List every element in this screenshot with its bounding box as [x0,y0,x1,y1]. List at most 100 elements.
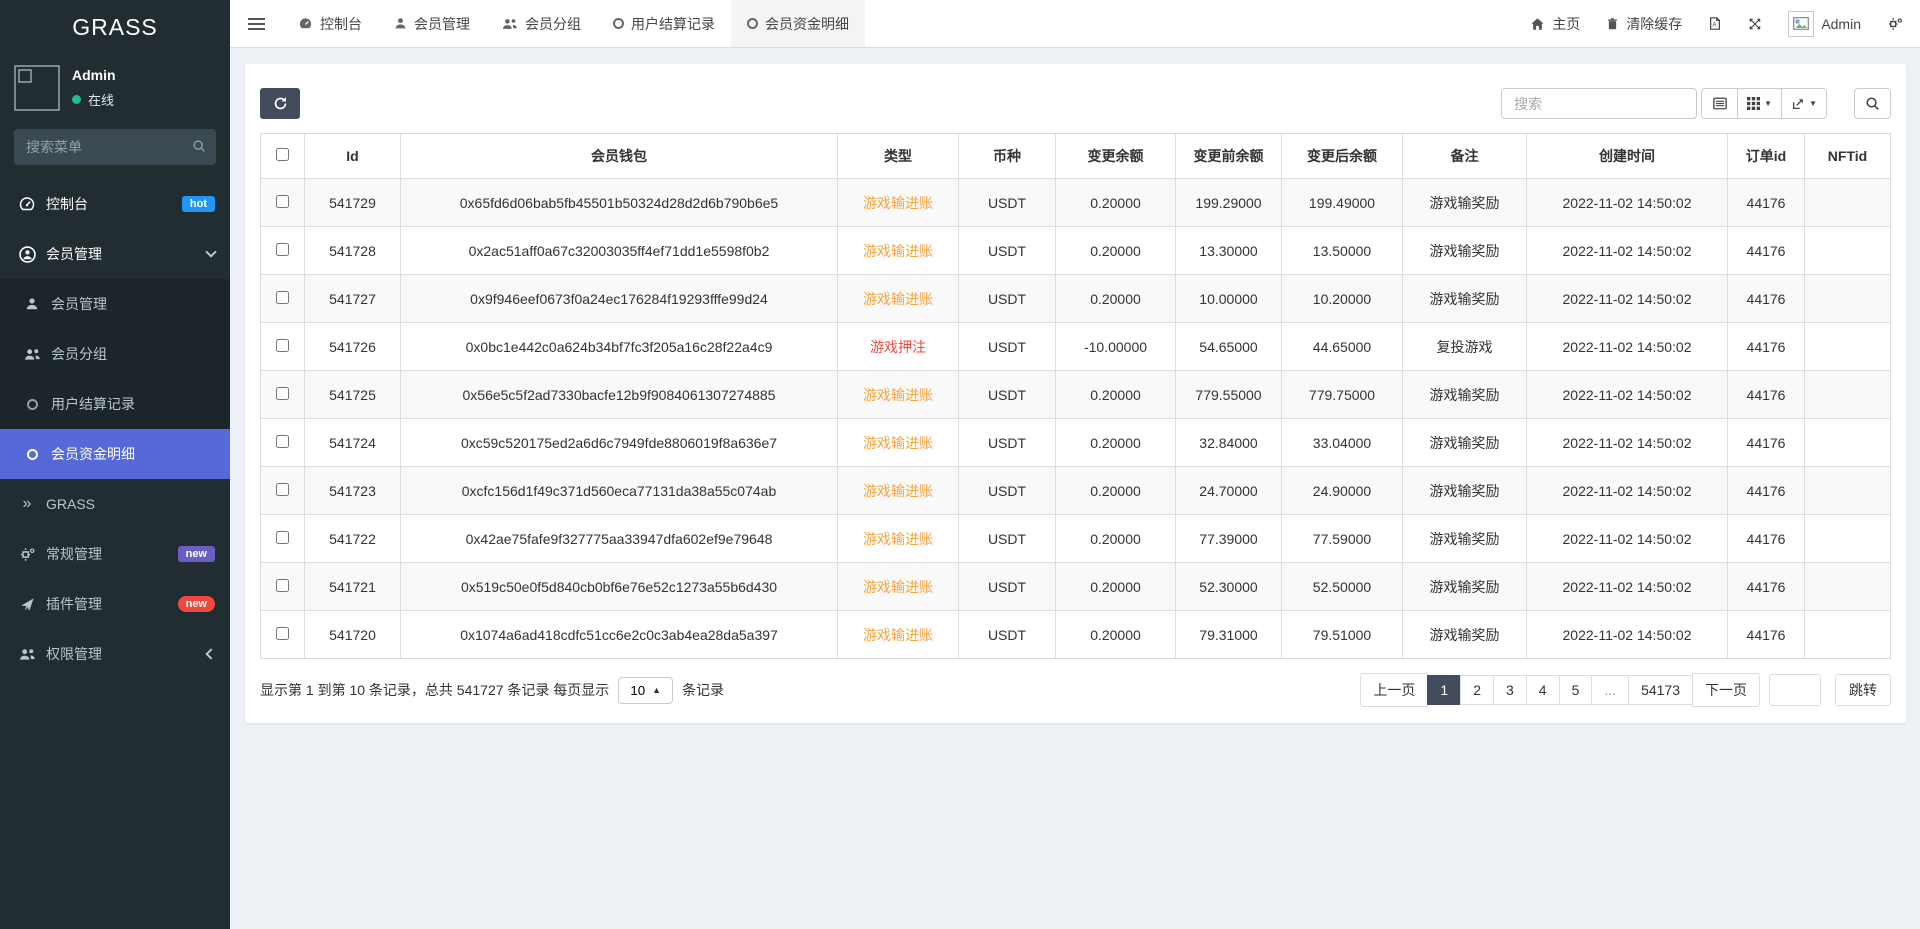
cell-after: 10.20000 [1282,275,1403,323]
cell-nft-id [1805,611,1891,659]
prev-page-button[interactable]: 上一页 [1360,673,1428,707]
tab-member-management[interactable]: 会员管理 [378,0,486,47]
sidebar-item-member-mgmt[interactable]: 会员管理 [0,279,230,329]
advanced-search-button[interactable] [1854,88,1891,119]
search-icon [1865,96,1880,111]
page-jump-input[interactable] [1769,674,1821,706]
sidebar-item-settlement-record[interactable]: 用户结算记录 [0,379,230,429]
tab-console[interactable]: 控制台 [282,0,378,47]
clear-cache-button[interactable]: 清除缓存 [1606,14,1682,34]
table-row: 541729 0x65fd6d06bab5fb45501b50324d28d2d… [261,179,1891,227]
cell-nft-id [1805,467,1891,515]
page-jump-button[interactable]: 跳转 [1835,674,1891,706]
page-button[interactable]: 5 [1559,675,1593,705]
cell-wallet: 0x42ae75fafe9f327775aa33947dfa602ef9e796… [401,515,838,563]
brand-logo: GRASS [0,0,230,55]
sidebar-item-grass[interactable]: » GRASS [0,479,230,529]
row-checkbox[interactable] [276,195,289,208]
cogs-icon [15,547,39,562]
cell-created: 2022-11-02 14:50:02 [1527,515,1728,563]
cell-order-id: 44176 [1728,611,1805,659]
page-size-dropdown[interactable]: 10 ▲ [618,677,673,704]
sidebar-item-fund-detail[interactable]: 会员资金明细 [0,429,230,479]
sidebar-item-auth-management[interactable]: 权限管理 [0,629,230,679]
cell-currency: USDT [959,227,1056,275]
sidebar-item-label: 权限管理 [46,644,102,664]
topbar-username: Admin [1821,16,1861,32]
cell-currency: USDT [959,563,1056,611]
settings-gears-icon[interactable] [1887,17,1903,31]
cell-remark: 游戏输奖励 [1403,611,1527,659]
cell-created: 2022-11-02 14:50:02 [1527,179,1728,227]
cell-before: 54.65000 [1176,323,1282,371]
user-menu[interactable]: Admin [1788,11,1861,37]
table-row: 541723 0xcfc156d1f49c371d560eca77131da38… [261,467,1891,515]
page-button[interactable]: 54173 [1628,675,1693,705]
row-checkbox[interactable] [276,435,289,448]
sidebar-item-member-group[interactable]: 会员分组 [0,329,230,379]
refresh-button[interactable] [260,88,300,119]
sidebar-item-plugin-management[interactable]: 插件管理 new [0,579,230,629]
row-checkbox[interactable] [276,483,289,496]
sidebar-item-console[interactable]: 控制台 hot [0,179,230,229]
row-checkbox[interactable] [276,243,289,256]
row-checkbox[interactable] [276,579,289,592]
page-button[interactable]: ... [1591,675,1629,705]
cell-type: 游戏输进账 [838,179,959,227]
fullscreen-icon[interactable] [1748,17,1762,31]
row-checkbox[interactable] [276,531,289,544]
tab-settlement-record[interactable]: 用户结算记录 [597,0,731,47]
cell-type: 游戏输进账 [838,611,959,659]
cell-before: 199.29000 [1176,179,1282,227]
page-button[interactable]: 2 [1460,675,1494,705]
sidebar-item-member-management[interactable]: 会员管理 [0,229,230,279]
next-page-button[interactable]: 下一页 [1692,673,1760,707]
hamburger-menu-icon[interactable] [230,0,282,47]
tab-fund-detail[interactable]: 会员资金明细 [731,0,865,47]
table-toolbar: ▼ ▼ [260,88,1891,119]
cell-after: 199.49000 [1282,179,1403,227]
user-avatar [14,65,60,111]
cell-nft-id [1805,275,1891,323]
columns-button[interactable]: ▼ [1737,88,1782,119]
docs-icon[interactable]: A [1708,16,1722,31]
row-checkbox[interactable] [276,627,289,640]
cell-type: 游戏输进账 [838,371,959,419]
cell-id: 541729 [305,179,401,227]
grid-icon [1747,97,1760,110]
page-button[interactable]: 1 [1427,675,1461,705]
sidebar-item-general-management[interactable]: 常规管理 new [0,529,230,579]
cell-after: 77.59000 [1282,515,1403,563]
page-button[interactable]: 3 [1493,675,1527,705]
row-select-cell [261,515,305,563]
table-search-input[interactable] [1501,88,1697,119]
cell-id: 541723 [305,467,401,515]
cell-currency: USDT [959,611,1056,659]
user-name: Admin [72,67,116,83]
row-checkbox[interactable] [276,387,289,400]
select-all-checkbox[interactable] [276,148,289,161]
row-checkbox[interactable] [276,291,289,304]
circle-o-icon [20,449,44,460]
toggle-view-button[interactable] [1701,88,1738,119]
data-table: Id 会员钱包 类型 币种 变更余额 变更前余额 变更后余额 备注 创建时间 订… [260,133,1891,659]
export-button[interactable]: ▼ [1781,88,1827,119]
home-button[interactable]: 主页 [1530,14,1580,34]
user-panel: Admin 在线 [0,55,230,123]
pagination: 上一页 12345...54173下一页 [1360,673,1760,707]
cell-order-id: 44176 [1728,419,1805,467]
tab-member-group[interactable]: 会员分组 [486,0,597,47]
cell-wallet: 0x2ac51aff0a67c32003035ff4ef71dd1e5598f0… [401,227,838,275]
cell-wallet: 0xcfc156d1f49c371d560eca77131da38a55c074… [401,467,838,515]
cell-order-id: 44176 [1728,227,1805,275]
row-checkbox[interactable] [276,339,289,352]
page-button[interactable]: 4 [1526,675,1560,705]
cell-type: 游戏输进账 [838,275,959,323]
sidebar-search-input[interactable] [14,129,216,165]
cell-nft-id [1805,323,1891,371]
cell-wallet: 0xc59c520175ed2a6d6c7949fde8806019f8a636… [401,419,838,467]
cell-remark: 游戏输奖励 [1403,227,1527,275]
row-select-cell [261,419,305,467]
cell-wallet: 0x1074a6ad418cdfc51cc6e2c0c3ab4ea28da5a3… [401,611,838,659]
tab-label: 会员管理 [414,14,470,34]
